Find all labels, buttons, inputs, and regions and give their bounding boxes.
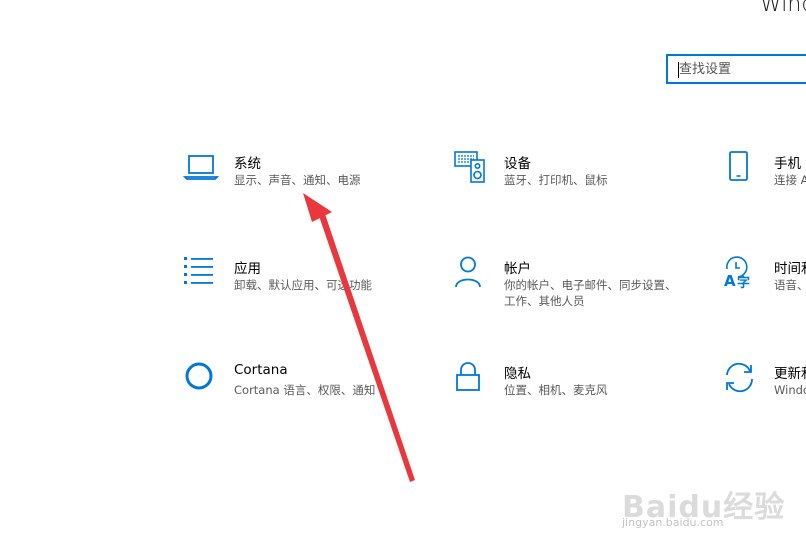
tile-title: Cortana [234,362,288,378]
apps-list-icon [184,257,220,293]
tile-accounts[interactable]: 帐户 你的帐户、电子邮件、同步设置、工作、其他人员 [454,256,694,327]
tile-title: 手机 [774,156,801,172]
tile-privacy[interactable]: 隐私 位置、相机、麦克风 [454,362,694,432]
tile-title: 设备 [504,156,531,172]
tile-description: Windo [774,383,806,397]
keyboard-speaker-icon [454,151,490,188]
phone-icon [724,151,760,188]
tile-devices[interactable]: 设备 蓝牙、打印机、鼠标 [454,151,694,222]
tile-phone[interactable]: 手机 连接 A [724,151,806,222]
annotation-arrow-shaft [319,214,415,482]
tile-description: 位置、相机、麦克风 [504,383,608,397]
tile-apps[interactable]: 应用 卸载、默认应用、可选功能 [184,257,424,327]
tile-title: 应用 [234,261,261,277]
tile-title: 更新和 [774,366,806,382]
tile-title: 隐私 [504,366,531,382]
search-box[interactable] [666,54,806,84]
time-language-icon: A 字 [724,256,760,293]
person-icon [454,256,490,293]
svg-text:字: 字 [737,275,750,291]
watermark-brand: Baidu经验 [622,490,786,525]
laptop-icon [182,152,220,188]
tile-description: 卸载、默认应用、可选功能 [234,278,372,292]
tile-title: 系统 [234,156,261,172]
tile-description: 你的帐户、电子邮件、同步设置、工作、其他人员 [504,278,677,308]
tile-system[interactable]: 系统 显示、声音、通知、电源 [182,152,424,222]
text-caret [678,62,679,78]
tile-update-security[interactable]: 更新和 Windo [724,362,806,432]
tile-title: 帐户 [504,261,531,277]
tile-description: 语音、 [774,278,806,292]
tile-description: 显示、声音、通知、电源 [234,173,361,187]
watermark: Baidu经验 jingyan.baidu.com [616,468,806,538]
tile-cortana[interactable]: Cortana Cortana 语言、权限、通知 [184,362,424,432]
tile-description: 连接 A [774,173,806,187]
cortana-ring-icon [184,362,220,398]
watermark-site: jingyan.baidu.com [622,516,724,529]
tile-description: Cortana 语言、权限、通知 [234,383,376,397]
tile-description: 蓝牙、打印机、鼠标 [504,173,608,187]
tile-title: 时间和 [774,261,806,277]
tile-time-language[interactable]: A 字 时间和 语音、 [724,256,806,327]
update-sync-icon [724,362,760,398]
window-title: Windo [760,0,806,17]
svg-text:A: A [724,272,736,290]
search-input[interactable] [668,56,806,82]
lock-icon [454,362,490,398]
